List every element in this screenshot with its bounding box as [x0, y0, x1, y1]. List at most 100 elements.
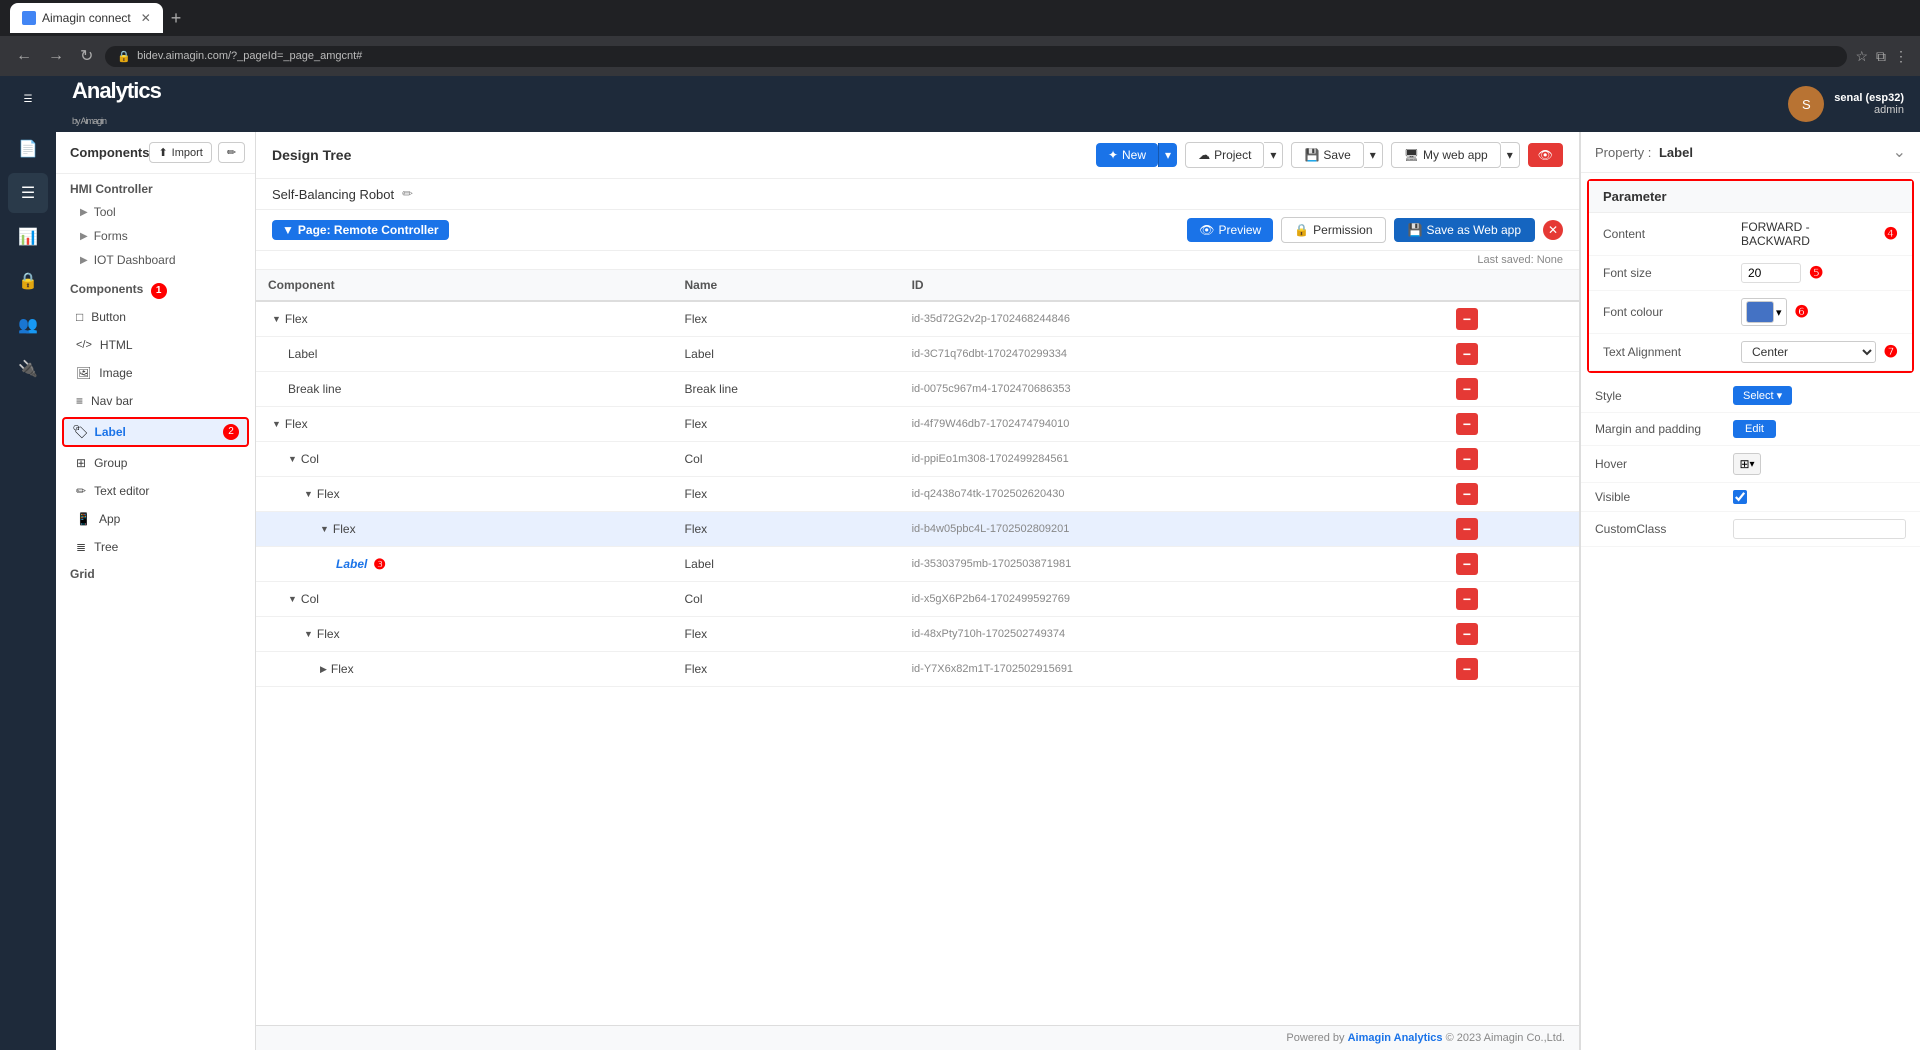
text-editor-item[interactable]: ✏ Text editor	[62, 478, 249, 504]
custom-class-input[interactable]	[1733, 519, 1906, 539]
tree-component-item[interactable]: ≣ Tree	[62, 534, 249, 560]
remove-row-button[interactable]: −	[1456, 413, 1478, 435]
label-component-item[interactable]: 🏷 Label 2	[62, 417, 249, 447]
margin-padding-edit-button[interactable]: Edit	[1733, 420, 1776, 438]
permission-button[interactable]: 🔒 Permission	[1281, 217, 1385, 243]
design-tree-title: Design Tree	[272, 147, 1088, 163]
font-colour-label: Font colour	[1603, 305, 1733, 319]
hamburger-icon[interactable]: ☰	[0, 94, 56, 105]
tab-close-icon[interactable]: ✕	[141, 11, 151, 25]
table-row[interactable]: ▼ Flex Flex id-48xPty710h-1702502749374 …	[256, 617, 1579, 652]
project-dropdown-button[interactable]: ▾	[1264, 142, 1283, 168]
sidebar-item-plugin[interactable]: 🔌	[8, 349, 48, 389]
reload-button[interactable]: ↻	[76, 42, 97, 70]
logo-subtext: by Aimagin	[72, 116, 106, 126]
hover-icon-picker[interactable]: ⊞ ▾	[1733, 453, 1761, 475]
project-button[interactable]: ☁ Project	[1185, 142, 1264, 168]
project-icon: ☁	[1198, 148, 1210, 162]
remove-row-button[interactable]: −	[1456, 553, 1478, 575]
sidebar-item-lock[interactable]: 🔒	[8, 261, 48, 301]
expand-icon-9[interactable]: ▼	[304, 629, 313, 639]
button-label: Button	[91, 310, 126, 324]
remove-row-button[interactable]: −	[1456, 308, 1478, 330]
sidebar-item-grid[interactable]: ☰	[8, 173, 48, 213]
group-component-item[interactable]: ⊞ Group	[62, 450, 249, 476]
visible-row: Visible	[1581, 483, 1920, 512]
remove-row-button[interactable]: −	[1456, 658, 1478, 680]
remove-row-button[interactable]: −	[1456, 378, 1478, 400]
back-button[interactable]: ←	[12, 43, 36, 69]
expand-icon-0[interactable]: ▼	[272, 314, 281, 324]
content-badge: ❹	[1884, 224, 1898, 244]
expand-icon-8[interactable]: ▼	[288, 594, 297, 604]
navbar-component-item[interactable]: ≡ Nav bar	[62, 388, 249, 414]
expand-icon-3[interactable]: ▼	[272, 419, 281, 429]
style-row: Style Select ▾	[1581, 379, 1920, 413]
table-row[interactable]: Label Label id-3C71q76dbt-1702470299334 …	[256, 337, 1579, 372]
button-component-item[interactable]: □ Button	[62, 304, 249, 330]
new-dropdown-button[interactable]: ▾	[1158, 143, 1177, 167]
save-button[interactable]: 💾 Save	[1291, 142, 1363, 168]
font-size-badge: ❺	[1809, 263, 1823, 283]
save-dropdown-button[interactable]: ▾	[1364, 142, 1383, 168]
table-row[interactable]: ▼ Flex Flex id-b4w05pbc4L-1702502809201 …	[256, 512, 1579, 547]
font-colour-picker[interactable]: ▾	[1741, 298, 1787, 326]
expand-icon-6[interactable]: ▼	[320, 524, 329, 534]
browser-tab[interactable]: Aimagin connect ✕	[10, 3, 163, 33]
extensions-icon[interactable]: ⧉	[1876, 48, 1886, 65]
table-row[interactable]: Label❸ Label id-35303795mb-1702503871981…	[256, 547, 1579, 582]
iot-dashboard-item[interactable]: ▶ Page: Remote Controller IOT Dashboard	[56, 248, 255, 272]
new-button[interactable]: ✦ New	[1096, 143, 1158, 167]
app-label: App	[99, 512, 120, 526]
expand-icon-4[interactable]: ▼	[288, 454, 297, 464]
collapse-icon[interactable]: ⌄	[1893, 142, 1906, 162]
browser-nav: ← → ↻ 🔒 bidev.aimagin.com/?_pageId=_page…	[0, 36, 1920, 76]
remove-row-button[interactable]: −	[1456, 588, 1478, 610]
import-button[interactable]: ⬆ Import	[149, 142, 211, 163]
new-tab-button[interactable]: +	[171, 8, 182, 29]
eye-view-button[interactable]: 👁	[1528, 143, 1563, 167]
col-component: Component	[256, 270, 673, 301]
remove-row-button[interactable]: −	[1456, 623, 1478, 645]
visible-checkbox[interactable]	[1733, 490, 1747, 504]
webapp-dropdown-button[interactable]: ▾	[1501, 142, 1520, 168]
app-container: ☰ 📄 ☰ 📊 🔒 👥 🔌 Analytics by Aimagin S sen…	[0, 76, 1920, 1050]
remove-row-button[interactable]: −	[1456, 343, 1478, 365]
tool-item[interactable]: ▶ Tool	[56, 200, 255, 224]
table-row[interactable]: Break line Break line id-0075c967m4-1702…	[256, 372, 1579, 407]
font-size-input[interactable]	[1741, 263, 1801, 283]
close-button[interactable]: ✕	[1543, 220, 1563, 240]
text-alignment-select[interactable]: Center Left Right	[1741, 341, 1876, 363]
remove-row-button[interactable]: −	[1456, 518, 1478, 540]
edit-components-button[interactable]: ✏	[218, 142, 245, 163]
my-webapp-button[interactable]: 🖥 My web app	[1391, 142, 1501, 168]
table-row[interactable]: ▼ Col Col id-ppiEo1m308-1702499284561 −	[256, 442, 1579, 477]
save-as-webapp-button[interactable]: 💾 Save as Web app	[1394, 218, 1535, 242]
forms-item[interactable]: ▶ Forms	[56, 224, 255, 248]
table-row[interactable]: ▼ Col Col id-x5gX6P2b64-1702499592769 −	[256, 582, 1579, 617]
edit-project-icon[interactable]: ✏	[402, 186, 413, 202]
image-component-item[interactable]: 🖼 Image	[62, 360, 249, 386]
style-select-button[interactable]: Select ▾	[1733, 386, 1792, 405]
preview-button[interactable]: 👁 Preview	[1187, 218, 1273, 242]
property-title: Property : Label	[1595, 145, 1693, 160]
table-row[interactable]: ▼ Flex Flex id-q2438o74tk-1702502620430 …	[256, 477, 1579, 512]
table-row[interactable]: ▼ Flex Flex id-35d72G2v2p-1702468244846 …	[256, 301, 1579, 337]
sidebar-item-page[interactable]: 📄	[8, 129, 48, 169]
user-avatar[interactable]: S	[1788, 86, 1824, 122]
settings-icon[interactable]: ⋮	[1894, 48, 1908, 65]
remove-row-button[interactable]: −	[1456, 448, 1478, 470]
sidebar-item-chart[interactable]: 📊	[8, 217, 48, 257]
remove-row-button[interactable]: −	[1456, 483, 1478, 505]
html-component-item[interactable]: </> HTML	[62, 332, 249, 358]
bookmark-icon[interactable]: ☆	[1855, 48, 1868, 65]
expand-icon-10[interactable]: ▶	[320, 664, 327, 675]
expand-icon-5[interactable]: ▼	[304, 489, 313, 499]
forward-button[interactable]: →	[44, 43, 68, 69]
app-component-item[interactable]: 📱 App	[62, 506, 249, 532]
parameter-title: Parameter	[1603, 189, 1667, 204]
table-row[interactable]: ▼ Flex Flex id-4f79W46db7-1702474794010 …	[256, 407, 1579, 442]
sidebar-item-users[interactable]: 👥	[8, 305, 48, 345]
address-bar[interactable]: 🔒 bidev.aimagin.com/?_pageId=_page_amgcn…	[105, 46, 1847, 67]
table-row[interactable]: ▶ Flex Flex id-Y7X6x82m1T-1702502915691 …	[256, 652, 1579, 687]
